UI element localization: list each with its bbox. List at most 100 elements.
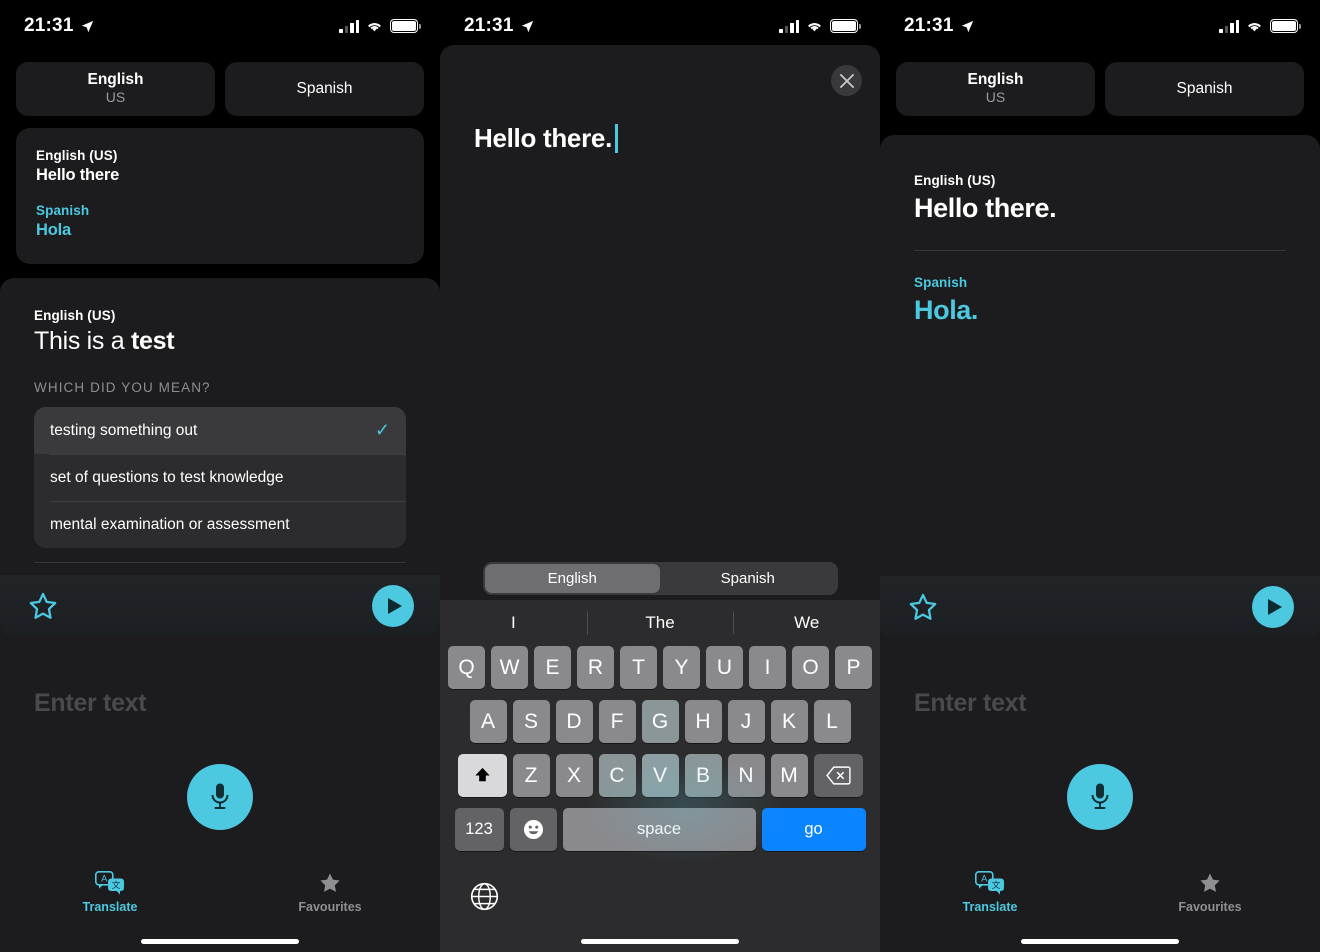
key-k[interactable]: K bbox=[770, 700, 808, 743]
globe-key[interactable] bbox=[470, 882, 499, 916]
key-c[interactable]: C bbox=[598, 754, 636, 797]
space-key[interactable]: space bbox=[562, 808, 756, 851]
suggestion-item[interactable]: I bbox=[440, 613, 587, 633]
history-target-text: Hola bbox=[36, 221, 71, 239]
key-d[interactable]: D bbox=[555, 700, 593, 743]
text-input-field[interactable]: Hello there. bbox=[440, 45, 880, 154]
svg-text:A: A bbox=[981, 874, 987, 884]
location-arrow-icon bbox=[521, 20, 533, 32]
key-y[interactable]: Y bbox=[663, 646, 700, 689]
key-f[interactable]: F bbox=[598, 700, 636, 743]
key-n[interactable]: N bbox=[727, 754, 765, 797]
language-selector-row: English US Spanish bbox=[0, 52, 440, 116]
battery-full-icon bbox=[390, 19, 421, 33]
result-source-label: English (US) bbox=[914, 173, 996, 188]
target-language-button[interactable]: Spanish bbox=[1105, 62, 1304, 116]
key-g[interactable]: G bbox=[641, 700, 679, 743]
key-u[interactable]: U bbox=[706, 646, 743, 689]
key-h[interactable]: H bbox=[684, 700, 722, 743]
key-e[interactable]: E bbox=[534, 646, 571, 689]
key-j[interactable]: J bbox=[727, 700, 765, 743]
status-bar-right bbox=[1219, 19, 1301, 33]
list-item[interactable]: testing something out ✓ bbox=[34, 407, 406, 454]
divider bbox=[34, 562, 406, 563]
panel-text-input-keyboard: 21:31 Hello there. English Spanish I The… bbox=[440, 0, 880, 952]
key-q[interactable]: Q bbox=[448, 646, 485, 689]
battery-full-icon bbox=[1270, 19, 1301, 33]
result-target-text: Hola. bbox=[914, 295, 979, 325]
source-language-button[interactable]: English US bbox=[16, 62, 215, 116]
key-x[interactable]: X bbox=[555, 754, 593, 797]
key-s[interactable]: S bbox=[512, 700, 550, 743]
microphone-button[interactable] bbox=[1067, 764, 1133, 830]
tab-translate[interactable]: A 文 Translate bbox=[880, 871, 1100, 914]
play-icon bbox=[387, 598, 402, 614]
result-source-text: Hello there. bbox=[914, 193, 1057, 223]
svg-text:A: A bbox=[101, 874, 107, 884]
target-language-name: Spanish bbox=[1176, 80, 1233, 98]
backspace-key[interactable] bbox=[813, 754, 863, 797]
play-translation-button[interactable] bbox=[1252, 586, 1294, 628]
microphone-button[interactable] bbox=[187, 764, 253, 830]
suggestion-item[interactable]: The bbox=[587, 613, 734, 633]
on-screen-keyboard: I The We Q W E R T Y U I O P A S D F G H… bbox=[440, 600, 880, 952]
status-time: 21:31 bbox=[464, 15, 514, 36]
numbers-key[interactable]: 123 bbox=[454, 808, 504, 851]
history-card[interactable]: English (US) Hello there Spanish Hola bbox=[16, 128, 424, 264]
tab-favourites[interactable]: Favourites bbox=[220, 871, 440, 914]
shift-key[interactable] bbox=[457, 754, 507, 797]
disambiguation-options-list: testing something out ✓ set of questions… bbox=[34, 407, 406, 548]
close-button[interactable] bbox=[831, 65, 862, 96]
active-sheet-body: English (US) This is a test WHICH DID YO… bbox=[0, 278, 440, 563]
source-language-button[interactable]: English US bbox=[896, 62, 1095, 116]
wifi-icon bbox=[808, 22, 821, 31]
list-item[interactable]: set of questions to test knowledge bbox=[34, 454, 406, 501]
list-item[interactable]: mental examination or assessment bbox=[34, 501, 406, 548]
key-v[interactable]: V bbox=[641, 754, 679, 797]
key-i[interactable]: I bbox=[749, 646, 786, 689]
key-r[interactable]: R bbox=[577, 646, 614, 689]
close-icon bbox=[839, 73, 854, 88]
star-outline-icon[interactable] bbox=[906, 590, 940, 624]
divider bbox=[914, 250, 1286, 251]
enter-text-sheet[interactable]: Enter text A 文 Translate Favourites bbox=[880, 652, 1320, 952]
enter-text-sheet[interactable]: Enter text A 文 Translate Favourites bbox=[0, 652, 440, 952]
tab-translate-label: Translate bbox=[962, 900, 1018, 914]
star-filled-icon bbox=[320, 873, 340, 892]
toggle-option-english[interactable]: English bbox=[484, 563, 660, 593]
key-z[interactable]: Z bbox=[512, 754, 550, 797]
action-bar bbox=[880, 576, 1320, 638]
text-editor-sheet: Hello there. bbox=[440, 45, 880, 603]
status-bar: 21:31 bbox=[440, 0, 880, 52]
key-p[interactable]: P bbox=[835, 646, 872, 689]
target-language-button[interactable]: Spanish bbox=[225, 62, 424, 116]
toggle-option-spanish[interactable]: Spanish bbox=[660, 564, 836, 593]
cellular-signal-icon bbox=[1219, 19, 1239, 33]
active-source-text: This is a test bbox=[34, 327, 406, 356]
key-w[interactable]: W bbox=[491, 646, 528, 689]
key-b[interactable]: B bbox=[684, 754, 722, 797]
screenshot-triptych: 21:31 English US Spanish English (US) He… bbox=[0, 0, 1320, 952]
option-label: testing something out bbox=[50, 421, 198, 439]
emoji-key[interactable] bbox=[509, 808, 557, 851]
key-m[interactable]: M bbox=[770, 754, 808, 797]
location-arrow-icon bbox=[81, 20, 93, 32]
play-icon bbox=[1267, 599, 1282, 615]
tab-translate[interactable]: A 文 Translate bbox=[0, 871, 220, 914]
key-t[interactable]: T bbox=[620, 646, 657, 689]
key-l[interactable]: L bbox=[813, 700, 851, 743]
tab-translate-label: Translate bbox=[82, 900, 138, 914]
star-outline-icon[interactable] bbox=[26, 589, 60, 623]
suggestion-item[interactable]: We bbox=[733, 613, 880, 633]
key-o[interactable]: O bbox=[792, 646, 829, 689]
go-key[interactable]: go bbox=[761, 808, 866, 851]
globe-language-icon bbox=[470, 882, 499, 911]
tab-favourites[interactable]: Favourites bbox=[1100, 871, 1320, 914]
key-a[interactable]: A bbox=[469, 700, 507, 743]
play-translation-button[interactable] bbox=[372, 585, 414, 627]
history-source-label: English (US) bbox=[36, 148, 118, 163]
panel-translation-result: 21:31 English US Spanish English (US) He… bbox=[880, 0, 1320, 952]
shift-up-arrow-icon bbox=[474, 767, 490, 782]
home-indicator bbox=[141, 939, 299, 944]
keyboard-row-4: 123 space go bbox=[443, 808, 877, 851]
